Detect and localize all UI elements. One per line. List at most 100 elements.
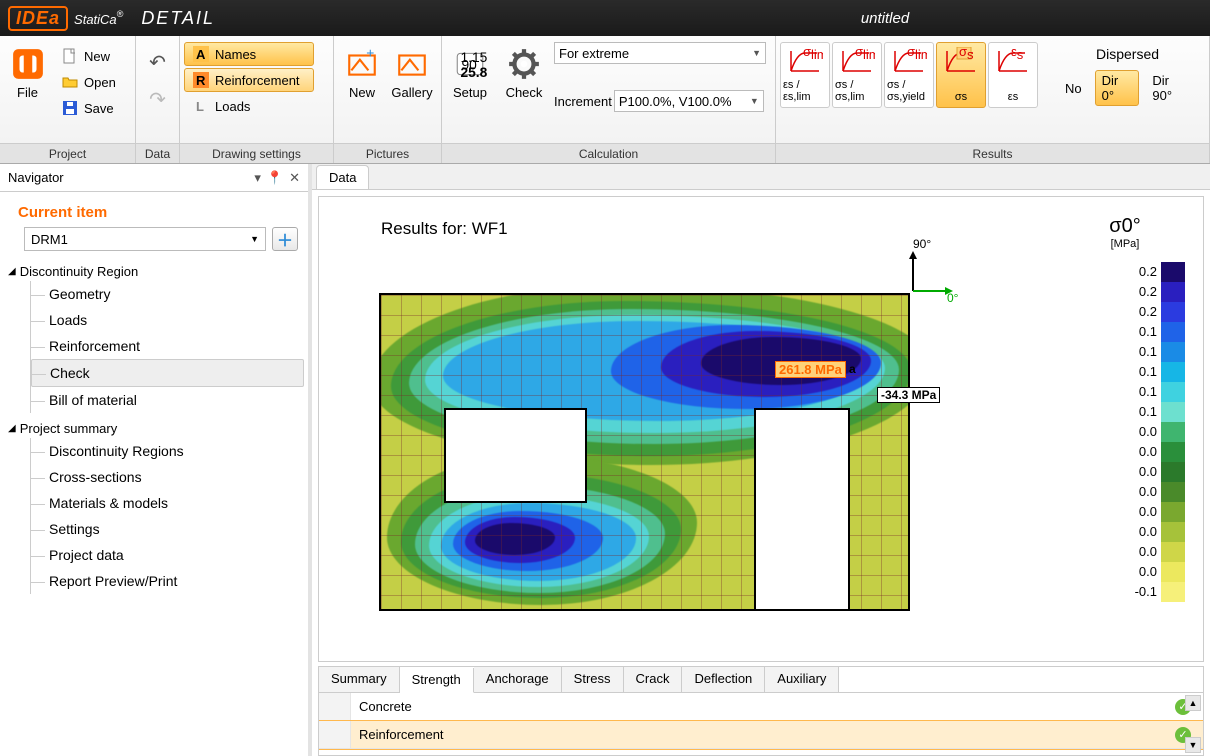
- tree-item[interactable]: Reinforcement: [31, 333, 304, 359]
- axis-90-label: 90°: [913, 237, 931, 251]
- row-label: Concrete: [351, 699, 1163, 714]
- pictures-new-button[interactable]: + New: [338, 40, 386, 138]
- add-item-button[interactable]: ＋: [272, 227, 298, 251]
- undo-button[interactable]: ↶: [149, 50, 166, 75]
- bottom-tab[interactable]: Auxiliary: [765, 667, 839, 692]
- legend-title: σ0°: [1065, 215, 1185, 238]
- open-button[interactable]: Open: [53, 70, 131, 94]
- tree-item[interactable]: Discontinuity Regions: [31, 438, 304, 464]
- legend-swatch: [1161, 302, 1185, 322]
- tab-data[interactable]: Data: [316, 165, 369, 189]
- tree-item[interactable]: Loads: [31, 307, 304, 333]
- legend-swatch: [1161, 402, 1185, 422]
- increment-combo[interactable]: P100.0%, V100.0%▼: [614, 90, 764, 112]
- results-button-label: εs / εs,lim: [783, 79, 827, 103]
- tree-item[interactable]: Materials & models: [31, 490, 304, 516]
- reinforcement-label: Reinforcement: [215, 73, 300, 88]
- legend-value: 0.0: [1135, 542, 1157, 562]
- pictures-gallery-button[interactable]: Gallery: [388, 40, 436, 138]
- tree-item[interactable]: Report Preview/Print: [31, 568, 304, 594]
- bottom-tab[interactable]: Crack: [624, 667, 683, 692]
- navigator-header: Navigator ▾ 📍 ✕: [0, 164, 308, 192]
- tree-item[interactable]: Project data: [31, 542, 304, 568]
- svg-text:A: A: [196, 47, 206, 62]
- save-label: Save: [84, 101, 114, 116]
- save-button[interactable]: Save: [53, 96, 131, 120]
- results-button-0[interactable]: σlim εs / εs,lim: [780, 42, 830, 108]
- dispersed-dir0-button[interactable]: Dir 0°: [1095, 70, 1140, 106]
- scroll-up-button[interactable]: ▲: [1185, 695, 1201, 711]
- loads-icon: L: [193, 98, 209, 114]
- toggle-loads[interactable]: L Loads: [184, 94, 314, 118]
- setup-button[interactable]: 1.159025.8 Setup: [446, 40, 494, 138]
- marker-max: 261.8 MPa: [775, 361, 846, 378]
- legend-value: 0.1: [1135, 402, 1157, 422]
- legend-value: 0.1: [1135, 382, 1157, 402]
- bottom-tab[interactable]: Strength: [400, 668, 474, 693]
- table-row[interactable]: Concrete✓: [319, 693, 1203, 721]
- redo-button[interactable]: ↷: [149, 87, 166, 112]
- tree-item[interactable]: Geometry: [31, 281, 304, 307]
- results-button-2[interactable]: σlimσs / σs,yield: [884, 42, 934, 108]
- loads-label: Loads: [215, 99, 250, 114]
- contour-plot: [379, 293, 910, 611]
- svg-text:σlim: σlim: [907, 47, 927, 62]
- ribbon-label-data: Data: [136, 143, 179, 163]
- legend-value: 0.2: [1135, 262, 1157, 282]
- bottom-tab[interactable]: Anchorage: [474, 667, 562, 692]
- check-label: Check: [506, 85, 543, 100]
- legend-swatch: [1161, 322, 1185, 342]
- bottom-tab[interactable]: Deflection: [682, 667, 765, 692]
- bottom-table: ▲ ▼ Concrete✓Reinforcement✓: [319, 693, 1203, 755]
- nav-pin-icon[interactable]: 📍: [267, 170, 283, 186]
- ribbon-group-results: σlimεs / εs,limσlimσs / σs,limσlimσs / σ…: [776, 36, 1210, 163]
- new-label: New: [84, 49, 110, 64]
- result-canvas[interactable]: Results for: WF1 90° 0°: [318, 196, 1204, 662]
- nav-close-icon[interactable]: ✕: [289, 170, 300, 186]
- extreme-combo[interactable]: For extreme▼: [554, 42, 766, 64]
- bottom-tab[interactable]: Stress: [562, 667, 624, 692]
- dispersed-dir90-button[interactable]: Dir 90°: [1145, 70, 1197, 106]
- legend-value: 0.0: [1135, 442, 1157, 462]
- tree-item[interactable]: Check: [31, 359, 304, 387]
- results-button-1[interactable]: σlimσs / σs,lim: [832, 42, 882, 108]
- toggle-reinforcement[interactable]: R Reinforcement: [184, 68, 314, 92]
- dispersed-no-button[interactable]: No: [1058, 78, 1089, 99]
- check-button[interactable]: Check: [500, 40, 548, 138]
- new-button[interactable]: New: [53, 44, 131, 68]
- dispersed-label: Dispersed: [1096, 46, 1159, 62]
- legend-value: 0.0: [1135, 422, 1157, 442]
- toggle-names[interactable]: A Names: [184, 42, 314, 66]
- legend-swatch: [1161, 282, 1185, 302]
- scroll-down-button[interactable]: ▼: [1185, 737, 1201, 753]
- chevron-down-icon: ▼: [750, 96, 759, 106]
- tree-item[interactable]: Settings: [31, 516, 304, 542]
- current-item-combo[interactable]: DRM1 ▼: [24, 227, 266, 251]
- tree-section-header[interactable]: ◢Discontinuity Region: [6, 262, 304, 281]
- legend-value: 0.0: [1135, 462, 1157, 482]
- results-button-label: σs: [955, 91, 967, 103]
- table-row[interactable]: Reinforcement✓: [319, 721, 1203, 749]
- stress-strain-icon: σlim: [787, 47, 823, 75]
- bottom-tab[interactable]: Summary: [319, 667, 400, 692]
- bottom-panel: SummaryStrengthAnchorageStressCrackDefle…: [318, 666, 1204, 756]
- navigator-title: Navigator: [8, 170, 64, 185]
- legend-value: 0.0: [1135, 502, 1157, 522]
- content-tab-row: Data: [312, 164, 1210, 190]
- results-button-label: σs / σs,lim: [835, 79, 879, 103]
- stress-strain-icon: εs: [995, 47, 1031, 75]
- ribbon-label-results: Results: [776, 143, 1209, 163]
- results-button-4[interactable]: εsεs: [988, 42, 1038, 108]
- results-button-3[interactable]: σsσs: [936, 42, 986, 108]
- tree-item[interactable]: Bill of material: [31, 387, 304, 413]
- document-title: untitled: [861, 10, 909, 27]
- brand-reg: ®: [117, 9, 124, 19]
- legend-swatch: [1161, 502, 1185, 522]
- names-icon: A: [193, 46, 209, 62]
- nav-dropdown-icon[interactable]: ▾: [254, 170, 261, 186]
- file-button[interactable]: File: [4, 40, 51, 138]
- ribbon-group-data: ↶ ↷ Data: [136, 36, 180, 163]
- tree-item[interactable]: Cross-sections: [31, 464, 304, 490]
- legend-value: 0.2: [1135, 282, 1157, 302]
- tree-section-header[interactable]: ◢Project summary: [6, 419, 304, 438]
